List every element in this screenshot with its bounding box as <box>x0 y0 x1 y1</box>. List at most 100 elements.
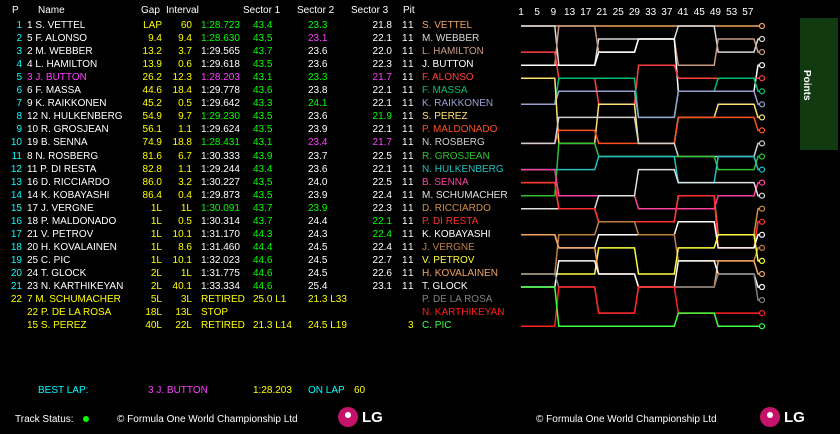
lap-chart-end-marker <box>758 62 766 69</box>
cell-s2: 21.3 L33 <box>308 294 347 306</box>
cell-s2: 24.5 <box>308 254 328 266</box>
standings-name: N. KARTHIKEYAN <box>422 307 505 319</box>
lap-chart-line <box>521 25 760 66</box>
cell-pos: 10 <box>10 137 22 149</box>
cell-name: 18 P. MALDONADO <box>27 215 117 227</box>
cell-pos: 18 <box>10 241 22 253</box>
standings-pit: 1 <box>408 241 414 253</box>
cell-name: 9 K. RAIKKONEN <box>27 98 107 110</box>
cell-s1: 43.6 <box>253 85 273 97</box>
lap-tick-label: 53 <box>726 7 738 18</box>
cell-int: 0.4 <box>178 189 192 201</box>
cell-lap: 1:28.630 <box>201 33 240 45</box>
cell-gap: 13.2 <box>142 46 162 58</box>
lap-chart-end-marker <box>758 192 766 199</box>
cell-int: 18.8 <box>172 137 192 149</box>
points-panel[interactable]: Points <box>800 18 838 150</box>
lap-chart-lines <box>521 22 766 330</box>
cell-s2: 24.5 L19 <box>308 320 347 332</box>
cell-s1: 43.7 <box>253 202 273 214</box>
cell-s3: 21.7 <box>372 137 392 149</box>
cell-s2: 23.9 <box>308 189 328 201</box>
cell-gap: 2L <box>150 267 162 279</box>
cell-int: 12.3 <box>172 72 192 84</box>
lap-tick-label: 57 <box>742 7 754 18</box>
standings-pit: 3 <box>408 320 414 332</box>
best-lap-label: BEST LAP: <box>38 385 89 396</box>
cell-s3: 21.9 <box>372 111 392 123</box>
cell-name: 25 C. PIC <box>27 254 71 266</box>
cell-s3: 22.1 <box>372 33 392 45</box>
header-interval: Interval <box>166 5 199 16</box>
cell-pos: 9 <box>16 124 22 136</box>
lap-chart-end-marker <box>758 22 766 30</box>
standings-pit: 1 <box>408 267 414 279</box>
cell-int: 18.4 <box>172 85 192 97</box>
standings-name: D. RICCIARDO <box>422 202 491 214</box>
cell-int: 1.1 <box>178 124 192 136</box>
cell-int: 9.7 <box>178 111 192 123</box>
lap-tick-label: 49 <box>710 7 722 18</box>
cell-pos: 6 <box>16 85 22 97</box>
cell-s3: 22.1 <box>372 85 392 97</box>
cell-gap: 74.9 <box>142 137 162 149</box>
lap-chart-end-marker <box>758 218 766 225</box>
cell-lap: 1:30.091 <box>201 202 240 214</box>
cell-lap: 1:29.642 <box>201 98 240 110</box>
cell-pos: 11 <box>11 150 22 162</box>
cell-name: 7 M. SCHUMACHER <box>27 294 121 306</box>
header-gap: Gap <box>141 5 160 16</box>
cell-s3: 21.8 <box>372 20 392 31</box>
cell-s3: 22.1 <box>372 215 392 227</box>
cell-s3: 22.5 <box>372 150 392 162</box>
lap-chart-end-marker <box>758 75 766 82</box>
cell-pos: 1 <box>16 20 22 31</box>
cell-name: 1 S. VETTEL <box>27 20 86 31</box>
cell-int: 3.2 <box>178 176 192 188</box>
cell-s2: 24.5 <box>308 267 328 279</box>
standings-pit: 1 <box>408 59 414 71</box>
cell-lap: 1:29.873 <box>201 189 240 201</box>
cell-int: 1.1 <box>178 163 192 175</box>
cell-s2: 23.6 <box>308 59 328 71</box>
standings-name: H. KOVALAINEN <box>422 267 498 279</box>
standings-name: L. HAMILTON <box>422 46 484 58</box>
lap-chart-end-marker <box>758 310 766 317</box>
cell-s2: 25.4 <box>308 281 328 292</box>
standings-name: S. PEREZ <box>422 111 468 123</box>
standings-name: B. SENNA <box>422 176 469 188</box>
standings-name: P. DI RESTA <box>422 215 479 227</box>
lap-chart: 1 5 9 13 17 21 25 29 33 37 41 45 49 53 57 <box>518 7 766 330</box>
cell-int: 1L <box>180 202 192 214</box>
cell-int: 60 <box>180 20 192 31</box>
standings-pit: 1 <box>408 228 414 240</box>
cell-pos: 19 <box>10 254 22 266</box>
lg-logo-right: LG <box>760 406 805 428</box>
cell-s1: 44.6 <box>253 254 273 266</box>
cell-int: 1L <box>180 267 192 279</box>
cell-s2: 23.3 <box>308 72 328 84</box>
lap-axis: 1 5 9 13 17 21 25 29 33 37 41 45 49 53 57 <box>518 7 754 18</box>
cell-pos: 21 <box>10 281 22 292</box>
lap-tick-label: 37 <box>661 7 673 18</box>
header-position: P <box>12 5 19 16</box>
lap-tick-label: 5 <box>534 7 540 18</box>
cell-int: 10.1 <box>172 228 192 240</box>
cell-gap: 1L <box>150 254 162 266</box>
lap-chart-end-marker <box>758 244 766 251</box>
header-sector3: Sector 3 <box>351 5 389 16</box>
cell-name: 23 N. KARTHIKEYAN <box>27 281 124 292</box>
cell-s2: 23.1 <box>308 33 328 45</box>
standings-pit: 1 <box>408 150 414 162</box>
cell-int: 3.7 <box>178 46 192 58</box>
cell-s1: 43.5 <box>253 176 273 188</box>
cell-lap: STOP <box>201 307 229 319</box>
cell-lap: 1:28.723 <box>201 20 240 31</box>
lap-chart-end-marker <box>758 205 766 212</box>
cell-name: 6 F. MASSA <box>27 85 81 97</box>
lap-chart-end-marker <box>758 166 766 173</box>
copyright-left: © Formula One World Championship Ltd <box>117 414 298 425</box>
cell-pos: 14 <box>10 189 22 201</box>
lap-chart-end-marker <box>758 48 766 56</box>
cell-name: 3 J. BUTTON <box>27 72 87 84</box>
